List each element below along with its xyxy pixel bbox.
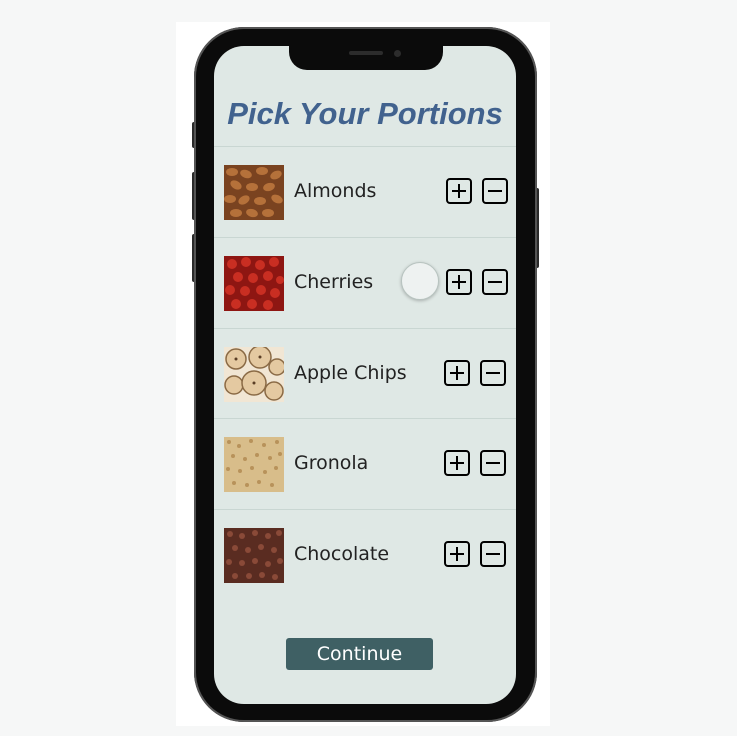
decrease-chocolate-button[interactable] (480, 541, 506, 567)
chocolate-image (224, 528, 284, 583)
item-label: Chocolate (294, 543, 390, 565)
item-label: Gronola (294, 452, 369, 474)
list-item-apple-chips: Apple Chips (214, 328, 516, 419)
decrease-gronola-button[interactable] (480, 450, 506, 476)
speaker-icon (349, 51, 383, 55)
granola-image (224, 437, 284, 492)
decrease-almonds-button[interactable] (482, 178, 508, 204)
apple-chips-image (224, 347, 284, 402)
increase-almonds-button[interactable] (446, 178, 472, 204)
cherries-image (224, 256, 284, 311)
list-item-cherries: Cherries (214, 237, 516, 328)
camera-icon (394, 50, 401, 57)
almonds-image (224, 165, 284, 220)
list-item-gronola: Gronola (214, 418, 516, 509)
increase-cherries-button[interactable] (446, 269, 472, 295)
increase-apple-chips-button[interactable] (444, 360, 470, 386)
increase-chocolate-button[interactable] (444, 541, 470, 567)
phone-notch (289, 45, 443, 70)
list-item-almonds: Almonds (214, 146, 516, 237)
item-label: Almonds (294, 180, 377, 202)
list-item-chocolate: Chocolate (214, 509, 516, 600)
touch-cursor-indicator (401, 262, 439, 300)
continue-button[interactable]: Continue (286, 638, 433, 670)
decrease-apple-chips-button[interactable] (480, 360, 506, 386)
decrease-cherries-button[interactable] (482, 269, 508, 295)
page-title: Pick Your Portions (227, 96, 503, 131)
item-label: Apple Chips (294, 362, 407, 384)
item-label: Cherries (294, 271, 374, 293)
increase-gronola-button[interactable] (444, 450, 470, 476)
